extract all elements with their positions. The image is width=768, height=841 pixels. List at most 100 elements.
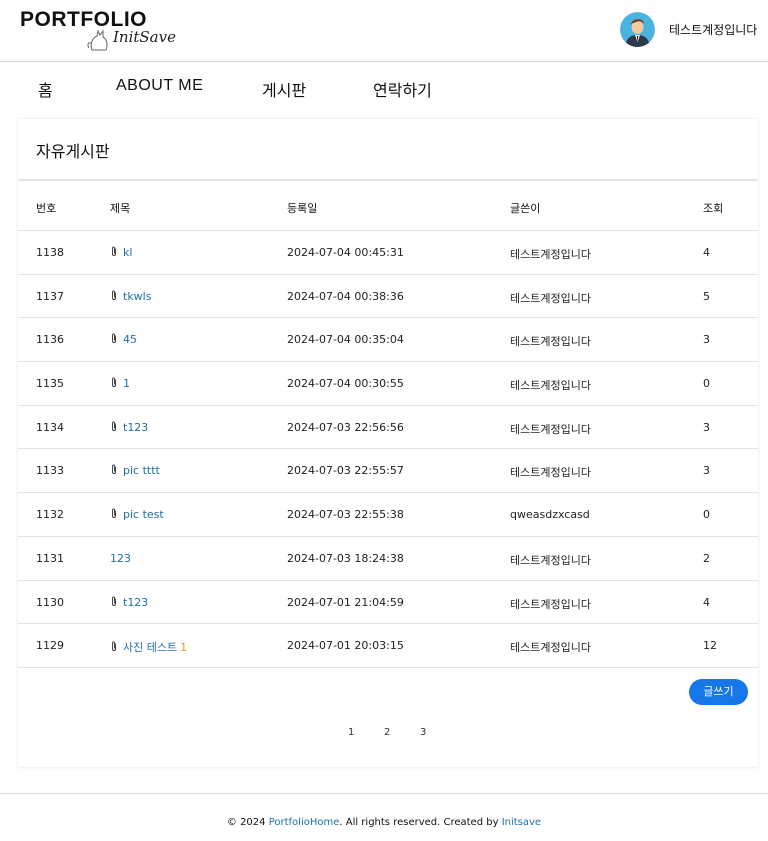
post-title-link[interactable]: t123 [123,421,148,434]
site-footer: © 2024 PortfolioHome. All rights reserve… [0,817,768,828]
post-number: 1130 [36,595,64,609]
column-header-author: 글쓴이 [510,202,541,215]
column-header-date: 등록일 [287,202,318,215]
post-title-cell[interactable]: kl [110,246,132,259]
post-number: 1131 [36,551,64,565]
attachment-icon [110,377,118,388]
site-header: PORTFOLIO InitSave 테스트계정입니다 [0,0,768,62]
nav-home[interactable]: 홈 [38,77,53,101]
post-date: 2024-07-04 00:38:36 [287,289,404,303]
user-name[interactable]: 테스트계정입니다 [669,21,757,38]
avatar[interactable] [620,12,655,47]
write-button[interactable]: 글쓰기 [689,679,748,705]
post-number: 1135 [36,377,64,391]
nav-board[interactable]: 게시판 [262,77,306,101]
post-views: 2 [703,551,710,565]
post-number: 1133 [36,464,64,478]
table-row[interactable]: 1137 tkwls 2024-07-04 00:38:36 테스트계정입니다 5 [18,275,758,319]
post-title-cell[interactable]: 1 [110,377,130,390]
post-author: 테스트계정입니다 [510,335,591,349]
post-author: 테스트계정입니다 [510,597,591,611]
table-row[interactable]: 1131 123 2024-07-03 18:24:38 테스트계정입니다 2 [18,537,758,581]
post-title-link[interactable]: 사진 테스트 [123,641,177,654]
attachment-icon [110,421,118,432]
post-number: 1137 [36,289,64,303]
site-logo[interactable]: PORTFOLIO InitSave [20,8,190,53]
post-title-cell[interactable]: 45 [110,333,137,346]
post-title-link[interactable]: t123 [123,596,148,609]
post-title-link[interactable]: pic tttt [123,464,160,477]
attachment-icon [110,596,118,607]
nav-contact[interactable]: 연락하기 [373,77,432,101]
page-link-3[interactable]: 3 [420,727,426,738]
post-author: 테스트계정입니다 [510,466,591,480]
post-title-cell[interactable]: t123 [110,421,148,434]
post-author: 테스트계정입니다 [510,641,591,655]
board-table: 번호 제목 등록일 글쓴이 조회 1138 kl 2024-07-04 00:45:… [18,181,758,668]
column-header-no: 번호 [36,202,57,215]
page-link-1[interactable]: 1 [348,727,354,738]
board-card: 자유게시판 번호 제목 등록일 글쓴이 조회 1138 kl 2024-07-04 … [18,119,758,767]
post-date: 2024-07-03 22:55:38 [287,508,404,522]
attachment-icon [110,290,118,301]
post-author: 테스트계정입니다 [510,379,591,393]
footer-author-link[interactable]: Initsave [502,817,541,828]
post-author: qweasdzxcasd [510,508,590,522]
post-title-link[interactable]: 123 [110,552,131,565]
table-row[interactable]: 1132 pic test 2024-07-03 22:55:38 qweasdzxc… [18,493,758,537]
post-title-link[interactable]: tkwls [123,290,151,303]
post-title-link[interactable]: pic test [123,508,164,521]
page-link-2[interactable]: 2 [384,727,390,738]
post-views: 4 [703,595,710,609]
post-date: 2024-07-01 20:03:15 [287,639,404,653]
post-date: 2024-07-03 18:24:38 [287,551,404,565]
nav-about[interactable]: ABOUT ME [116,77,203,95]
post-title-cell[interactable]: t123 [110,596,148,609]
attachment-icon [110,246,118,257]
post-title-cell[interactable]: pic tttt [110,464,160,477]
attachment-icon [110,508,118,519]
post-views: 0 [703,377,710,391]
table-row[interactable]: 1133 pic tttt 2024-07-03 22:55:57 테스트계정입니다 3 [18,449,758,494]
table-row[interactable]: 1129 사진 테스트 1 2024-07-01 20:03:15 테스트계정입니다 12 [18,624,758,668]
post-views: 0 [703,508,710,522]
table-row[interactable]: 1136 45 2024-07-04 00:35:04 테스트계정입니다 3 [18,318,758,363]
footer-copyright: © 2024 [226,817,269,828]
table-row[interactable]: 1134 t123 2024-07-03 22:56:56 테스트계정입니다 3 [18,406,758,450]
post-views: 5 [703,289,710,303]
post-views: 3 [703,464,710,478]
post-views: 12 [703,639,717,653]
post-date: 2024-07-04 00:45:31 [287,246,404,259]
footer-divider [0,793,768,794]
post-author: 테스트계정입니다 [510,248,591,261]
column-header-views: 조회 [703,202,724,215]
table-row[interactable]: 1138 kl 2024-07-04 00:45:31 테스트계정입니다 4 [18,231,758,275]
footer-home-link[interactable]: PortfolioHome [269,817,340,828]
post-views: 3 [703,333,710,347]
post-author: 테스트계정입니다 [510,291,591,305]
post-title-cell[interactable]: tkwls [110,290,151,303]
table-header: 번호 제목 등록일 글쓴이 조회 [18,181,758,231]
post-title-link[interactable]: 1 [123,377,130,390]
post-title-link[interactable]: 45 [123,333,137,346]
main-nav: 홈 ABOUT ME 게시판 연락하기 [0,63,768,113]
post-author: 테스트계정입니다 [510,553,591,567]
post-date: 2024-07-03 22:55:57 [287,464,404,478]
post-author: 테스트계정입니다 [510,422,591,436]
attachment-icon [110,464,118,475]
post-title-cell[interactable]: 123 [110,552,131,565]
footer-text: . All rights reserved. Created by [339,817,502,828]
column-header-title: 제목 [110,202,131,215]
table-row[interactable]: 1130 t123 2024-07-01 21:04:59 테스트계정입니다 4 [18,581,758,625]
post-date: 2024-07-01 21:04:59 [287,595,404,609]
user-avatar-icon [620,12,655,47]
post-title-cell[interactable]: pic test [110,508,164,521]
post-title-link[interactable]: kl [123,246,132,259]
post-date: 2024-07-04 00:35:04 [287,333,404,347]
table-row[interactable]: 1135 1 2024-07-04 00:30:55 테스트계정입니다 0 [18,362,758,406]
attachment-icon [110,333,118,344]
comment-count: 1 [180,641,188,655]
attachment-icon [110,641,118,652]
post-title-cell[interactable]: 사진 테스트 1 [110,639,187,655]
post-views: 3 [703,420,710,434]
